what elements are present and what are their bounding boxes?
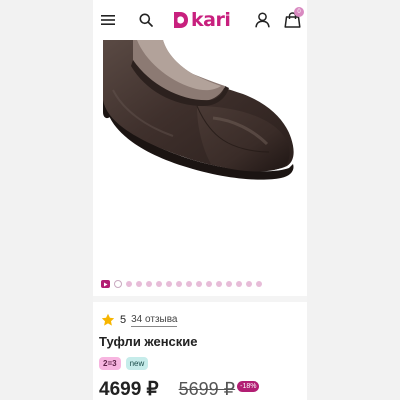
promo-badge[interactable]: 2=3 [99,357,121,370]
section-divider [93,296,307,302]
rating-row: 5 34 отзыва [101,312,178,328]
star-icon [101,313,115,326]
gallery-dot[interactable] [246,281,252,287]
current-price: 4699 ₽ [99,379,159,400]
cart-count-badge: 0 [294,7,304,17]
gallery-dot[interactable] [166,281,172,287]
rating-value: 5 [120,314,127,326]
gallery-dot[interactable] [236,281,242,287]
gallery-dot[interactable] [156,281,162,287]
gallery-dot[interactable] [196,281,202,287]
product-badges: 2=3 new [99,357,149,370]
gallery-dot[interactable] [256,281,262,287]
product-image[interactable] [93,40,307,272]
gallery-dot[interactable] [146,281,152,287]
gallery-pagination [101,279,262,289]
product-title: Туфли женские [99,334,198,349]
kari-logo-mark-icon [174,12,188,28]
discount-badge: -18% [237,381,260,392]
header: kari 0 [93,0,307,40]
gallery-dot[interactable] [126,281,132,287]
gallery-dot[interactable] [226,281,232,287]
logo-text: kari [191,9,231,31]
gallery-dot[interactable] [206,281,212,287]
user-icon[interactable] [253,11,271,29]
gallery-dot[interactable] [136,281,142,287]
gallery-dot[interactable] [186,281,192,287]
menu-icon[interactable] [99,11,117,29]
gallery-dot[interactable] [176,281,182,287]
gallery-dot[interactable] [216,281,222,287]
search-icon[interactable] [137,11,155,29]
gallery-dot[interactable] [114,280,122,288]
reviews-link[interactable]: 34 отзыва [131,314,178,327]
price-row: 4699 ₽ 5699 ₽ -18% [99,378,260,400]
kari-logo[interactable]: kari [171,9,231,31]
new-badge: new [125,357,149,370]
old-price: 5699 ₽ [178,379,236,399]
video-thumbnail-icon[interactable] [101,280,110,288]
app-screen: kari 0 5 34 отзыва Туфли женские 2=3 new… [93,0,307,400]
shopping-bag-icon[interactable]: 0 [283,7,304,29]
